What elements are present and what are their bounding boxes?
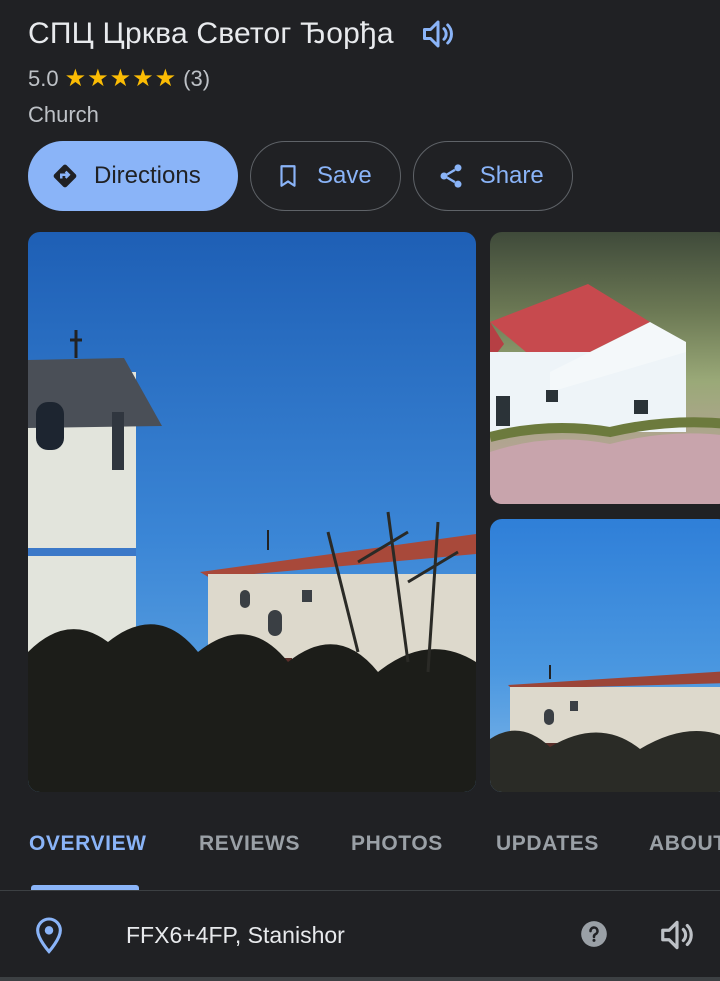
- star-rating: ★ ★ ★ ★ ★: [65, 67, 178, 91]
- directions-label: Directions: [94, 162, 201, 189]
- help-icon[interactable]: [580, 920, 608, 948]
- photo-main[interactable]: [28, 232, 476, 792]
- save-label: Save: [317, 162, 372, 189]
- star-icon: ★: [87, 65, 109, 92]
- star-icon: ★: [64, 65, 87, 92]
- share-label: Share: [479, 162, 544, 189]
- star-icon: ★: [154, 65, 177, 92]
- star-icon: ★: [132, 65, 154, 92]
- location-pin-icon: [32, 916, 66, 956]
- photo-gallery: [28, 232, 720, 792]
- rating-value: 5.0: [28, 66, 59, 91]
- active-tab-indicator: [31, 885, 139, 890]
- plus-code-text: FFX6+4FP, Stanishor: [126, 922, 345, 948]
- bookmark-icon: [273, 161, 303, 191]
- share-button[interactable]: Share: [412, 141, 573, 211]
- star-icon: ★: [109, 65, 132, 92]
- directions-icon: [50, 161, 80, 191]
- place-title: СПЦ Црква Светог Ђорђа: [28, 17, 394, 50]
- photo-secondary-bottom[interactable]: [490, 519, 720, 792]
- rating-row[interactable]: 5.0 ★ ★ ★ ★ ★ (3): [28, 66, 210, 92]
- action-buttons: Directions Save Share: [28, 141, 573, 211]
- review-count: (3): [183, 66, 211, 91]
- share-icon: [436, 161, 466, 191]
- speaker-icon[interactable]: [418, 14, 458, 54]
- place-category: Church: [28, 102, 99, 127]
- title-row: СПЦ Црква Светог Ђорђа: [28, 14, 458, 54]
- church-side-illustration: [490, 665, 720, 792]
- speaker-icon[interactable]: [658, 916, 698, 956]
- location-row[interactable]: FFX6+4FP, Stanishor: [0, 898, 720, 974]
- tab-updates[interactable]: UPDATES: [496, 832, 599, 856]
- directions-button[interactable]: Directions: [28, 141, 238, 211]
- tab-reviews[interactable]: REVIEWS: [199, 832, 300, 856]
- save-button[interactable]: Save: [250, 141, 401, 211]
- church-photo-illustration: [28, 330, 476, 792]
- photo-secondary-top[interactable]: [490, 232, 720, 504]
- divider: [0, 977, 720, 981]
- tab-about[interactable]: ABOUT: [649, 832, 720, 856]
- tab-overview[interactable]: OVERVIEW: [29, 832, 147, 856]
- church-roof-illustration: [490, 284, 720, 504]
- tab-bar: OVERVIEW REVIEWS PHOTOS UPDATES ABOUT: [0, 832, 720, 891]
- tab-photos[interactable]: PHOTOS: [351, 832, 443, 856]
